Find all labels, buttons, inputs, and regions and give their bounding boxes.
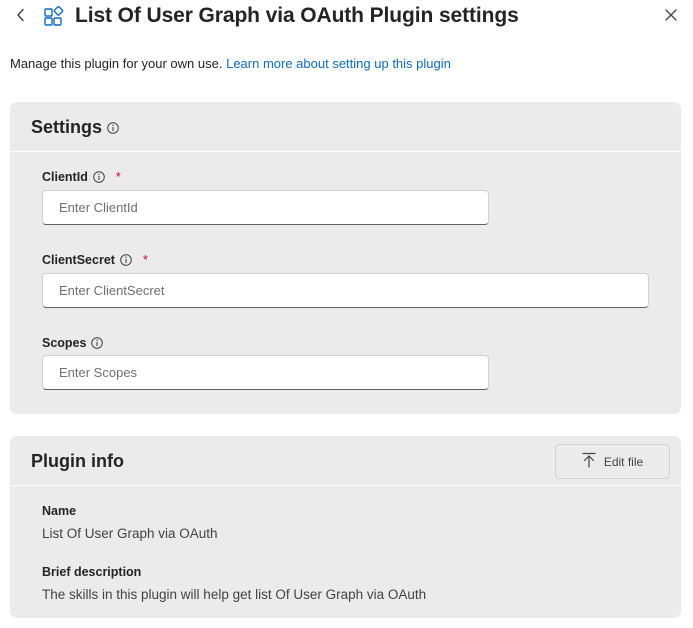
- description-text: Manage this plugin for your own use.: [10, 56, 223, 71]
- info-icon[interactable]: [91, 337, 104, 349]
- arrow-upload-icon: [582, 452, 596, 471]
- settings-title-text: Settings: [31, 117, 103, 137]
- plugin-info-title-text: Plugin info: [31, 451, 124, 471]
- settings-title: Settings: [31, 117, 119, 138]
- settings-card: Settings ClientId * ClientSecret * Scope…: [10, 102, 681, 414]
- page-description: Manage this plugin for your own use. Lea…: [10, 56, 451, 71]
- brief-description-label: Brief description: [42, 565, 142, 579]
- settings-card-header: Settings: [10, 102, 681, 152]
- edit-file-label: Edit file: [603, 454, 644, 469]
- apps-add-in-icon: [43, 5, 65, 28]
- scopes-input[interactable]: [42, 355, 489, 390]
- info-icon[interactable]: [93, 171, 105, 183]
- back-button[interactable]: [12, 6, 30, 28]
- required-marker: *: [142, 253, 148, 267]
- page-title: List Of User Graph via OAuth Plugin sett…: [75, 4, 519, 27]
- scopes-label-text: Scopes: [42, 336, 87, 350]
- close-icon: [665, 8, 677, 26]
- panel-header: List Of User Graph via OAuth Plugin sett…: [0, 0, 693, 40]
- brief-description-value: The skills in this plugin will help get …: [42, 587, 427, 602]
- scopes-label: Scopes: [42, 336, 104, 350]
- plugin-info-card: Plugin info Edit file Name List Of User …: [10, 436, 681, 618]
- name-value: List Of User Graph via OAuth: [42, 526, 218, 541]
- info-icon[interactable]: [120, 254, 132, 266]
- clientid-label-text: ClientId: [42, 170, 88, 184]
- close-button[interactable]: [661, 6, 681, 28]
- edit-file-button[interactable]: Edit file: [555, 444, 670, 479]
- clientsecret-label-text: ClientSecret: [42, 253, 115, 267]
- clientid-label: ClientId *: [42, 170, 121, 184]
- name-label: Name: [42, 504, 77, 518]
- plugin-info-card-header: Plugin info Edit file: [10, 436, 681, 486]
- plugin-info-title: Plugin info: [31, 451, 124, 472]
- chevron-left-icon: [16, 8, 26, 27]
- clientsecret-label: ClientSecret *: [42, 253, 148, 267]
- learn-more-link[interactable]: Learn more about setting up this plugin: [226, 56, 451, 71]
- clientsecret-input[interactable]: [42, 273, 649, 308]
- clientid-input[interactable]: [42, 190, 489, 225]
- required-marker: *: [115, 170, 121, 184]
- info-icon[interactable]: [107, 121, 119, 134]
